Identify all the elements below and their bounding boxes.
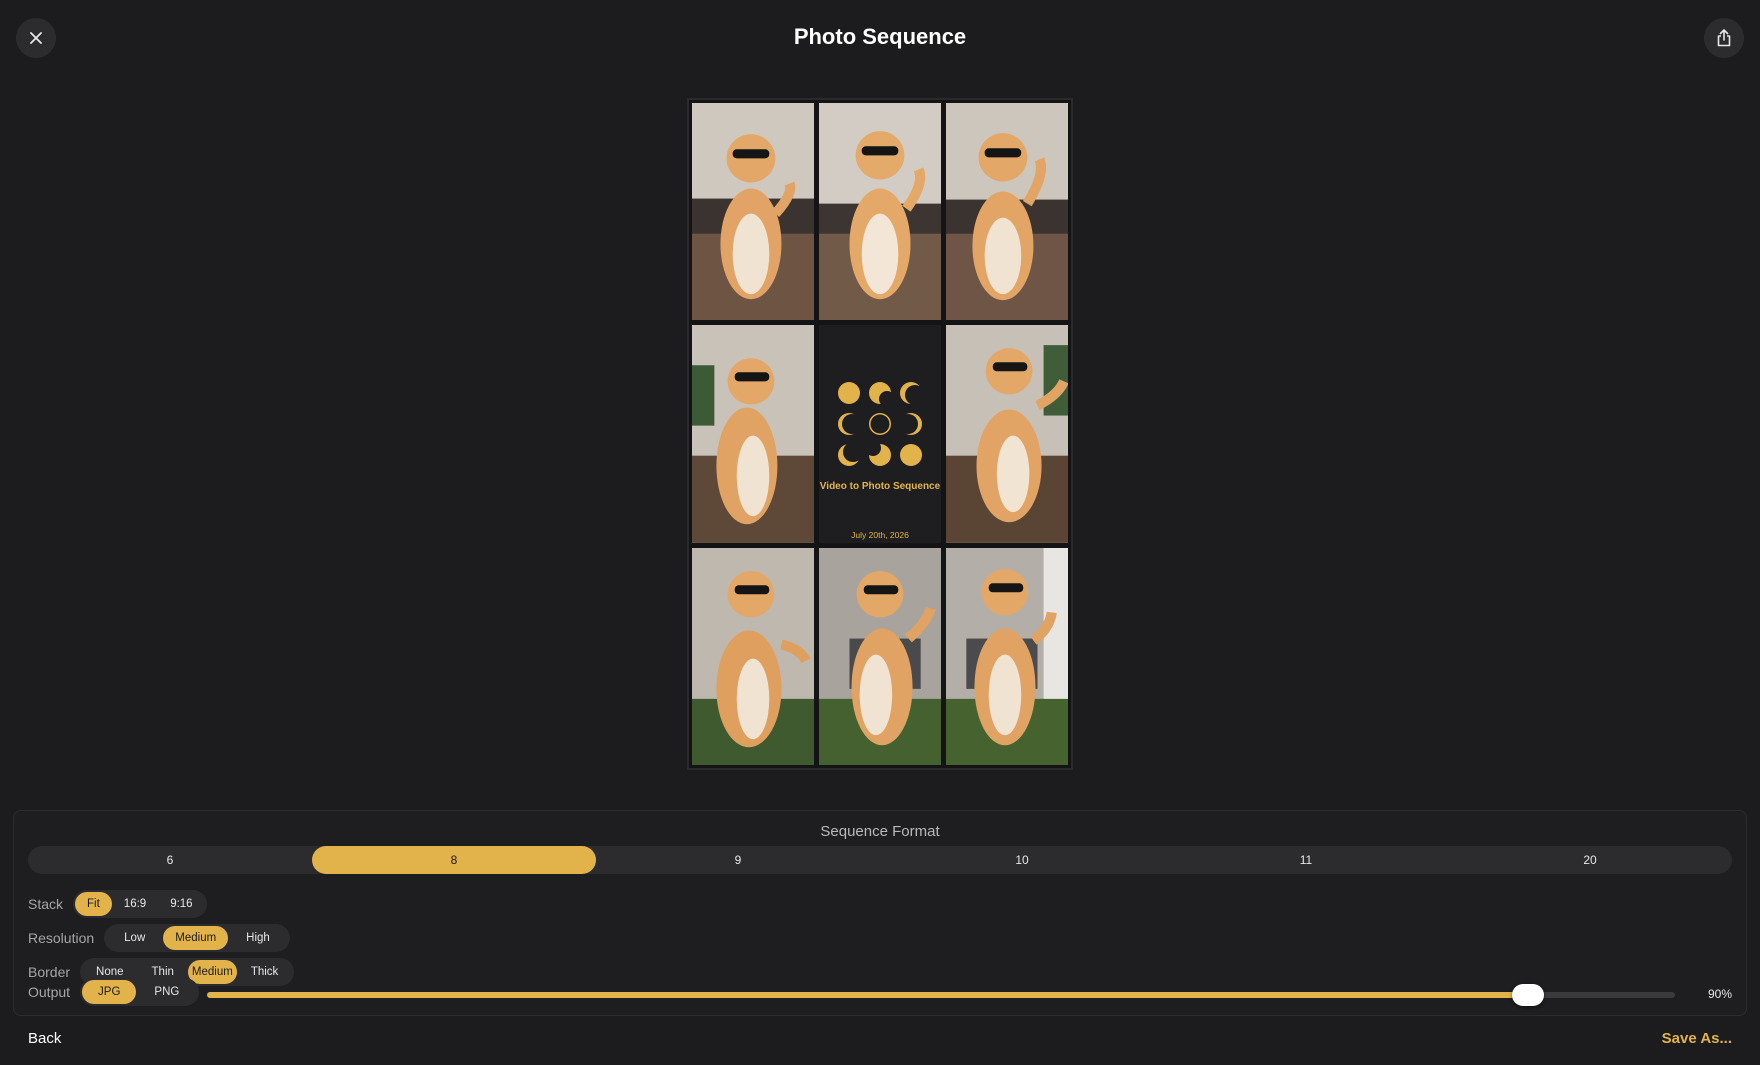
resolution-label: Resolution (28, 930, 95, 946)
photo-frame-4 (692, 325, 814, 543)
photo-frame-1 (692, 103, 814, 321)
stack-selector: Fit 16:9 9:16 (73, 890, 207, 918)
cat-photo (692, 103, 814, 321)
cat-photo (692, 547, 814, 765)
format-option-9[interactable]: 9 (596, 846, 880, 874)
photo-frame-2 (819, 103, 941, 321)
moon-new-icon (869, 413, 891, 436)
cat-photo (819, 547, 941, 765)
cat-photo (946, 103, 1068, 321)
sequence-format-panel: Sequence Format 6 8 9 10 11 20 Stack Fit… (13, 810, 1747, 1016)
panel-title: Sequence Format (820, 823, 940, 840)
stack-option-9-16[interactable]: 9:16 (158, 892, 204, 916)
moon-gibbous-icon (869, 382, 892, 406)
cat-photo (692, 325, 814, 543)
moon-gibbous-icon (868, 443, 891, 467)
stack-option-fit[interactable]: Fit (75, 892, 112, 916)
moon-phase-logo (837, 381, 923, 467)
quality-slider[interactable] (207, 984, 1675, 1006)
moon-crescent-icon (838, 443, 861, 467)
cat-photo (946, 547, 1068, 765)
sequence-count-selector: 6 8 9 10 11 20 (28, 846, 1732, 874)
format-option-20[interactable]: 20 (1448, 846, 1732, 874)
format-option-10[interactable]: 10 (880, 846, 1164, 874)
stack-label: Stack (28, 896, 64, 912)
photo-frame-7 (819, 547, 941, 765)
format-option-11[interactable]: 11 (1164, 846, 1448, 874)
moon-crescent-icon (900, 382, 923, 406)
title-card-date: July 20th, 2026 (851, 530, 909, 541)
save-as-button[interactable]: Save As... (1662, 1030, 1732, 1047)
output-option-png[interactable]: PNG (136, 980, 197, 1004)
photo-sequence-screen: Photo Sequence Video to Photo Sequence J… (0, 0, 1760, 1065)
output-row: Output JPG PNG (28, 978, 200, 1006)
resolution-option-medium[interactable]: Medium (163, 926, 229, 950)
quality-slider-fill (207, 992, 1529, 998)
resolution-option-high[interactable]: High (228, 926, 288, 950)
border-option-thick[interactable]: Thick (237, 960, 292, 984)
output-option-jpg[interactable]: JPG (82, 980, 137, 1004)
format-option-8[interactable]: 8 (312, 846, 596, 874)
cat-photo (819, 103, 941, 321)
moon-crescent-icon (838, 413, 861, 436)
quality-slider-thumb[interactable] (1512, 984, 1545, 1006)
back-button[interactable]: Back (28, 1030, 61, 1047)
page-title: Photo Sequence (793, 24, 967, 49)
title-card: Video to Photo Sequence July 20th, 2026 (819, 325, 941, 543)
output-selector: JPG PNG (80, 978, 200, 1006)
resolution-row: Resolution Low Medium High (28, 924, 290, 952)
photo-frame-8 (946, 547, 1068, 765)
stack-row: Stack Fit 16:9 9:16 (28, 890, 207, 918)
sequence-preview: Video to Photo Sequence July 20th, 2026 (687, 98, 1073, 770)
moon-full-icon (900, 444, 922, 467)
resolution-option-low[interactable]: Low (106, 926, 163, 950)
photo-frame-6 (692, 547, 814, 765)
title-card-heading: Video to Photo Sequence (819, 481, 941, 493)
quality-value: 90% (1707, 987, 1732, 1001)
moon-crescent-icon (899, 413, 922, 436)
resolution-selector: Low Medium High (104, 924, 290, 952)
stack-option-16-9[interactable]: 16:9 (112, 892, 158, 916)
share-button[interactable] (1704, 18, 1744, 58)
photo-frame-3 (946, 103, 1068, 321)
photo-frame-5 (946, 325, 1068, 543)
moon-full-icon (838, 382, 860, 405)
output-label: Output (28, 984, 71, 1000)
cat-photo (946, 325, 1068, 543)
share-icon (1717, 29, 1731, 47)
format-option-6[interactable]: 6 (28, 846, 312, 874)
